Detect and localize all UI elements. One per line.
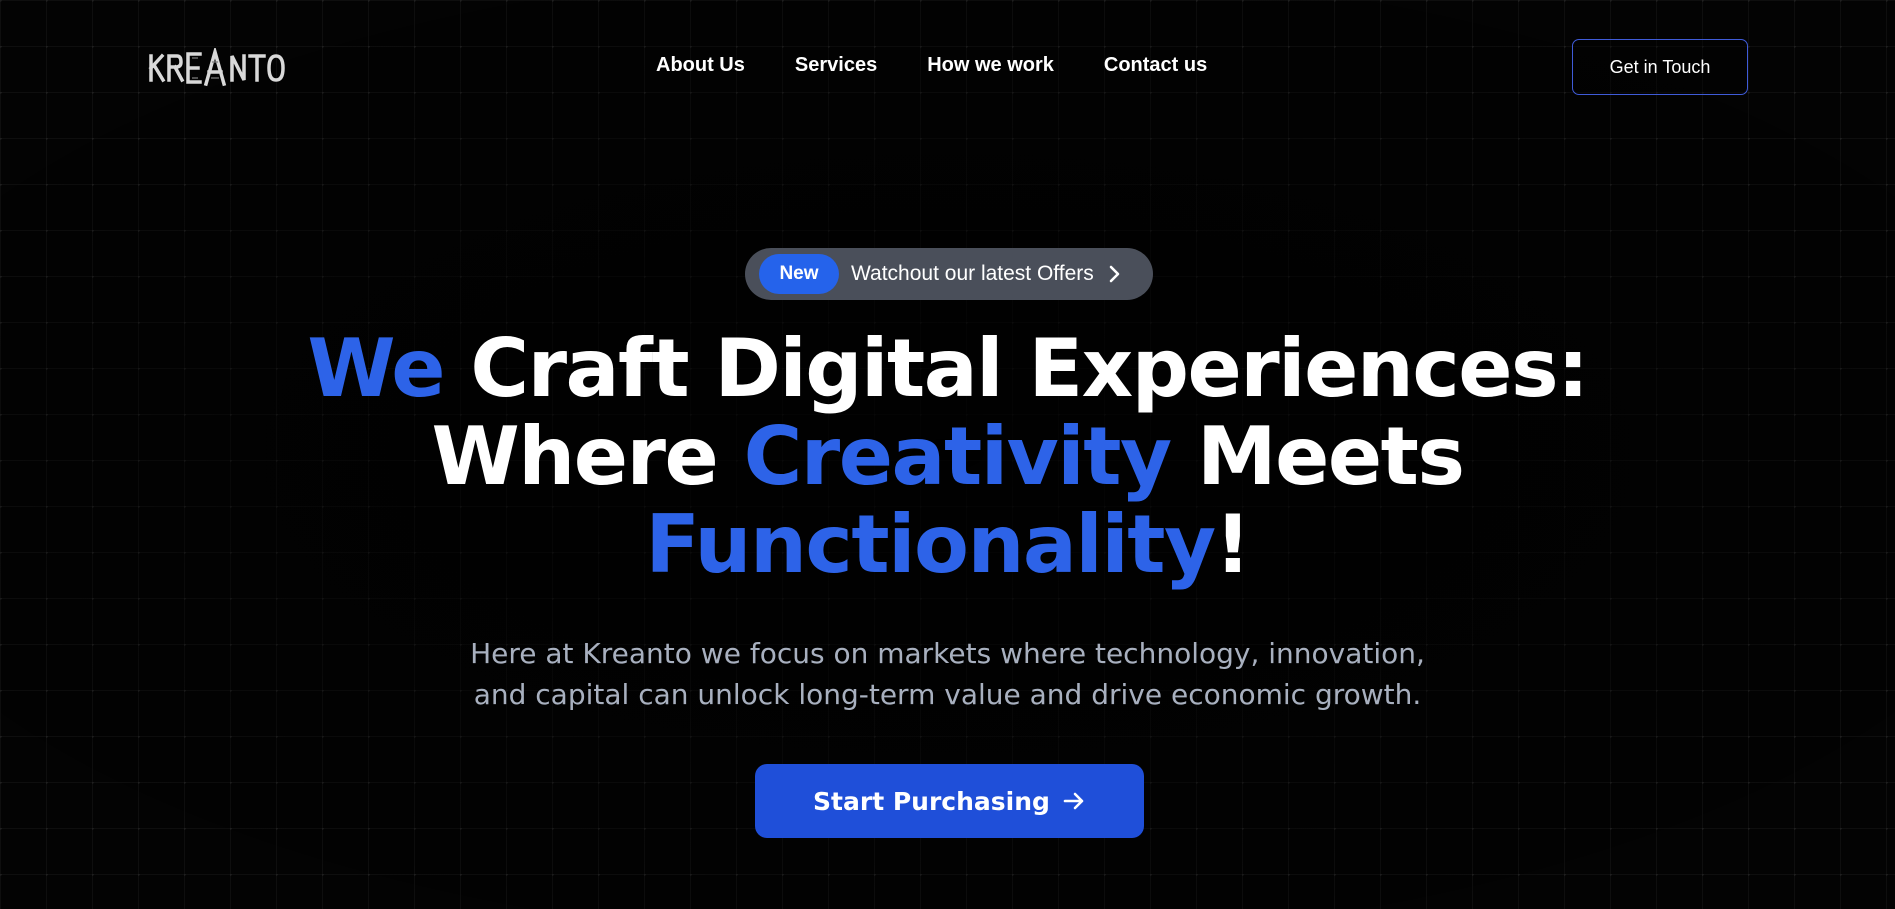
start-purchasing-label: Start Purchasing <box>813 786 1050 816</box>
nav-services[interactable]: Services <box>795 54 877 77</box>
headline-line-3: Functionality! <box>0 501 1895 589</box>
headline-exclamation: ! <box>1214 498 1251 591</box>
headline-meets: Meets <box>1196 410 1465 503</box>
main-nav: About Us Services How we work Contact us <box>656 54 1207 77</box>
logo-wordmark-icon <box>148 48 285 87</box>
subtitle-line-2: and capital can unlock long-term value a… <box>473 678 1422 711</box>
headline-where: Where <box>431 410 719 503</box>
nav-contact-us[interactable]: Contact us <box>1104 54 1207 77</box>
hero-headline: We Craft Digital Experiences: Where Crea… <box>0 325 1895 589</box>
new-badge: New <box>759 254 839 294</box>
headline-accent-creativity: Creativity <box>743 410 1173 503</box>
nav-about-us[interactable]: About Us <box>656 54 745 77</box>
announcement-pill[interactable]: New Watchout our latest Offers <box>745 248 1153 300</box>
hero-subtitle: Here at Kreanto we focus on markets wher… <box>0 633 1895 715</box>
site-header: About Us Services How we work Contact us… <box>0 0 1895 135</box>
subtitle-line-1: Here at Kreanto we focus on markets wher… <box>470 637 1425 670</box>
chevron-right-icon <box>1108 264 1124 284</box>
arrow-right-icon <box>1063 792 1084 810</box>
start-purchasing-button[interactable]: Start Purchasing <box>755 764 1144 838</box>
kreanto-logo[interactable] <box>148 48 292 88</box>
landing-page: About Us Services How we work Contact us… <box>0 0 1895 909</box>
headline-accent-functionality: Functionality <box>645 498 1216 591</box>
announcement-text: Watchout our latest Offers <box>851 262 1094 285</box>
headline-line1-rest: Craft Digital Experiences: <box>470 322 1589 415</box>
headline-line-1: We Craft Digital Experiences: <box>0 325 1895 413</box>
headline-accent-we: We <box>307 322 445 415</box>
headline-line-2: Where Creativity Meets <box>0 413 1895 501</box>
nav-how-we-work[interactable]: How we work <box>927 54 1054 77</box>
get-in-touch-button[interactable]: Get in Touch <box>1572 39 1748 95</box>
